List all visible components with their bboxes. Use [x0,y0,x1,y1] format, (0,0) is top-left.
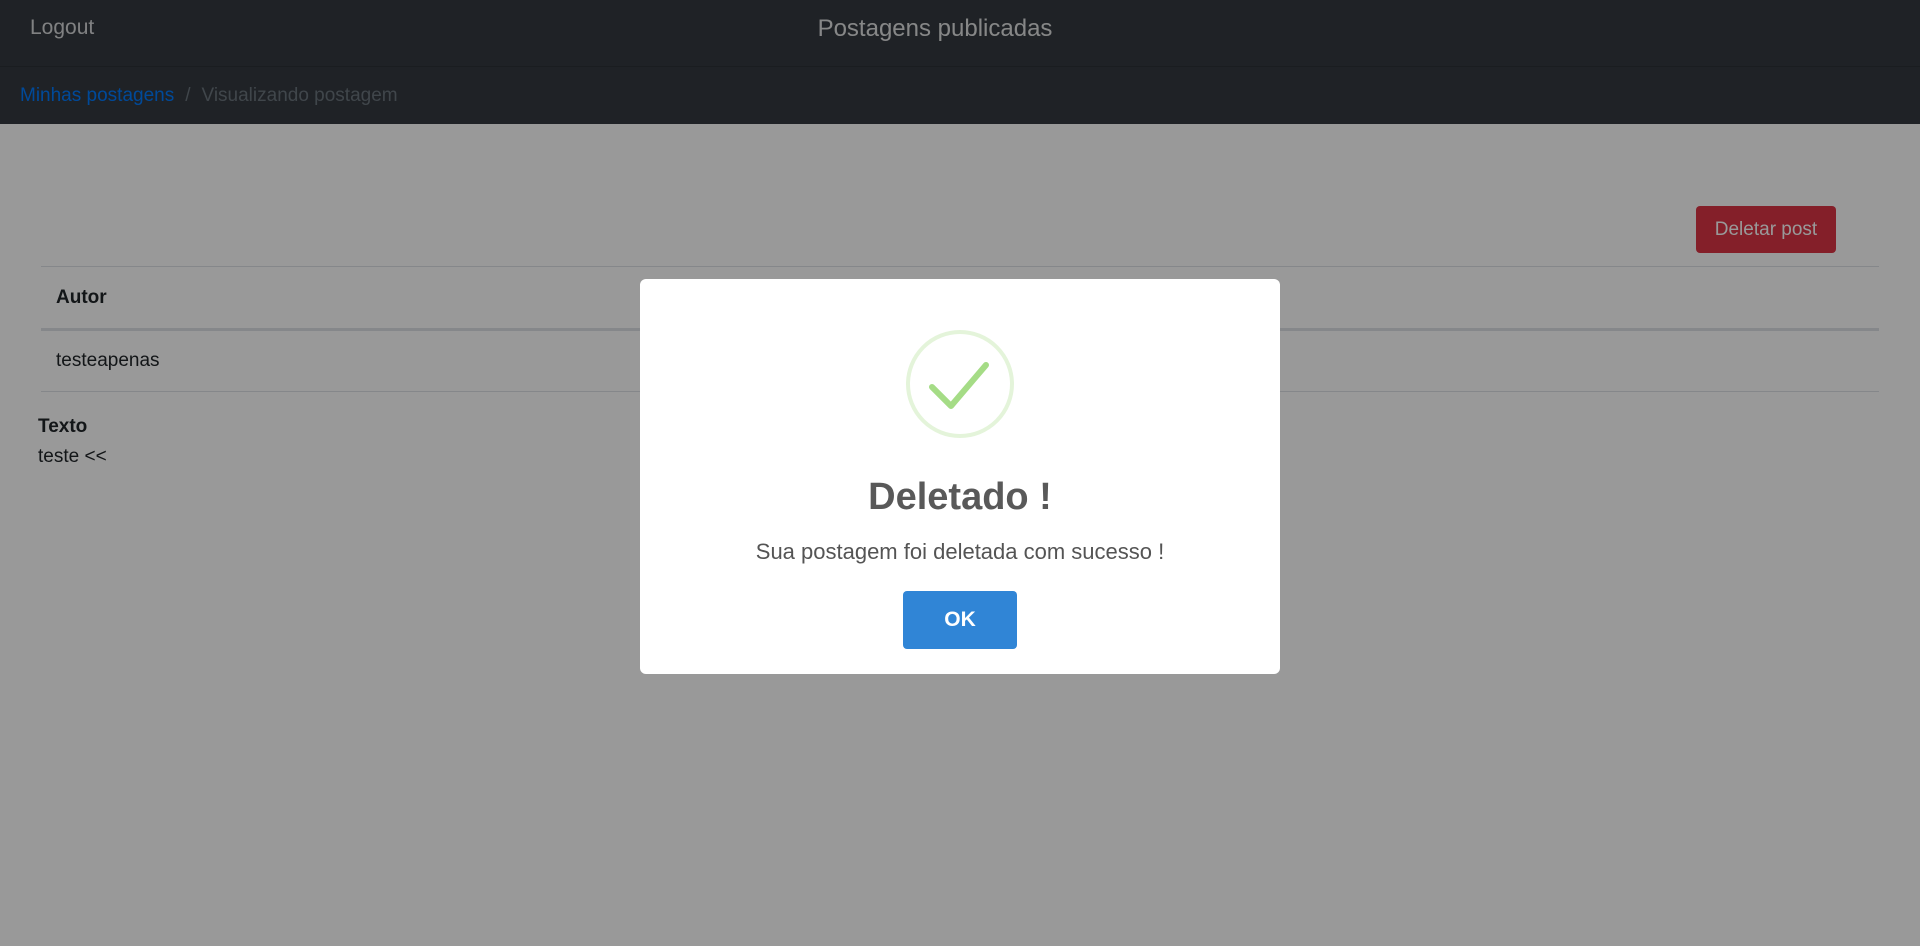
ok-button[interactable]: OK [903,591,1017,649]
success-modal: Deletado ! Sua postagem foi deletada com… [640,279,1280,674]
modal-title: Deletado ! [868,476,1052,518]
page: Logout Postagens publicadas Minhas posta… [0,0,1920,946]
modal-backdrop[interactable]: Deletado ! Sua postagem foi deletada com… [0,0,1920,946]
success-check-icon [906,330,1014,438]
modal-message: Sua postagem foi deletada com sucesso ! [755,539,1165,564]
